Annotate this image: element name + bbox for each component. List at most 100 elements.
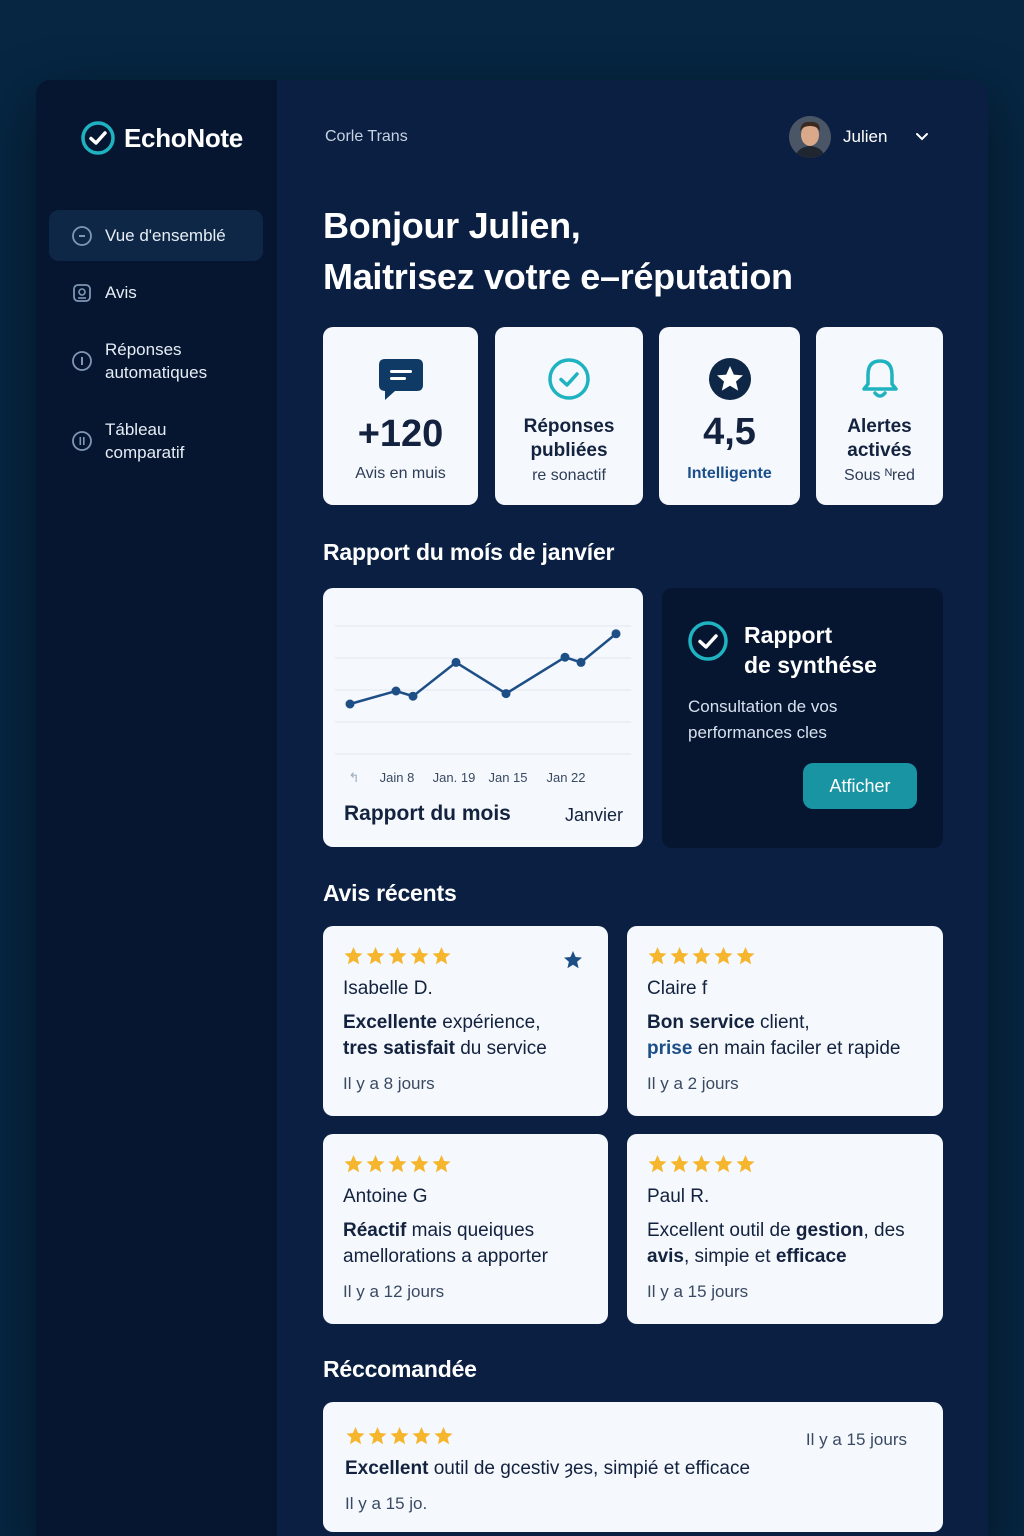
sidebar-item-label: Vue d'ensemblé — [105, 226, 226, 245]
star-icon — [410, 947, 429, 965]
review-card[interactable]: Antoine G Réactif mais queiques amellora… — [323, 1134, 608, 1324]
review-date-short: Il y a 15 jo. — [345, 1494, 428, 1513]
user-name: Julien — [843, 127, 888, 146]
data-point — [451, 657, 461, 667]
data-point — [501, 689, 511, 699]
sidebar-item-avis[interactable]: Avis — [49, 267, 263, 318]
avatar-image — [789, 116, 831, 158]
monthly-report-chart-card[interactable]: ↰ Jain 8 Jan. 19 Jan 15 Jan 22 Rapport du mo… — [323, 588, 643, 847]
stat-label: Avis en muis — [355, 465, 446, 482]
review-date: Il y a 12 jours — [343, 1282, 445, 1301]
star-icon — [692, 947, 711, 965]
star-rating — [343, 946, 452, 966]
star-icon — [432, 1155, 451, 1173]
review-date: Il y a 2 jours — [647, 1074, 739, 1093]
reviewer-name: Paul R. — [647, 1186, 710, 1207]
line-chart: ↰ Jain 8 Jan. 19 Jan 15 Jan 22 — [335, 625, 631, 785]
review-text: Réactif mais queiques amellorations a ap… — [343, 1220, 548, 1267]
stat-card-alerts[interactable]: Alertes activés Sous ᴺred — [816, 327, 943, 505]
stat-label: Intelligente — [687, 465, 772, 482]
sidebar-item-auto-replies[interactable]: Réponses automatiques — [49, 324, 263, 398]
stat-label: Sous ᴺred — [844, 467, 915, 484]
reviewer-name: Isabelle D. — [343, 978, 433, 999]
stat-card-rating[interactable]: 4,5 Intelligente — [659, 327, 800, 505]
data-point — [408, 691, 418, 701]
data-point — [391, 686, 401, 696]
stat-title: Alertes activés — [847, 416, 912, 461]
stat-value: +120 — [357, 413, 444, 455]
logo-check-icon — [81, 121, 115, 155]
stat-title: Réponses publiées — [523, 416, 615, 461]
star-rating — [345, 1426, 454, 1446]
x-tick-label: Jain 8 — [380, 770, 415, 785]
reviewer-name: Claire f — [647, 978, 708, 999]
stat-label: re sonactif — [532, 467, 606, 484]
review-card[interactable]: Isabelle D. Excellente expérience, tres … — [323, 926, 608, 1116]
star-icon — [388, 947, 407, 965]
star-circle-icon — [708, 358, 751, 400]
review-text: Excellent outil de gcestiv ȝes, simpié e… — [345, 1458, 751, 1479]
star-icon — [736, 1155, 755, 1173]
data-point — [611, 629, 621, 639]
x-tick-label: Jan 15 — [488, 770, 527, 785]
reviewer-name: Antoine G — [343, 1186, 428, 1207]
sidebar-item-overview[interactable]: Vue d'ensemblé — [49, 210, 263, 261]
synthesis-report-card: Rapport de synthése Consultation de vos … — [662, 588, 943, 848]
series-line — [349, 632, 617, 706]
star-rating — [343, 1154, 452, 1174]
avatar — [789, 116, 831, 158]
data-point — [345, 699, 355, 709]
star-icon — [366, 947, 385, 965]
star-icon — [736, 947, 755, 965]
star-bookmark-icon[interactable] — [563, 950, 583, 970]
bell-icon — [861, 359, 898, 398]
page-title: Bonjour Julien, Maitrisez votre e–réputa… — [323, 200, 793, 302]
star-icon — [366, 1155, 385, 1173]
check-circle-icon — [688, 621, 728, 661]
synthesis-title: Rapport de synthése — [744, 622, 877, 678]
star-icon — [714, 947, 733, 965]
review-card[interactable]: Paul R. Excellent outil de gestion, des … — [627, 1134, 943, 1324]
sidebar-item-comparison[interactable]: Tábleau comparatif — [49, 404, 263, 478]
star-rating — [647, 1154, 756, 1174]
data-point — [576, 657, 586, 667]
sidebar-item-label: Tábleau comparatif — [105, 420, 185, 462]
compare-icon — [72, 431, 92, 451]
stat-card-reviews[interactable]: +120 Avis en muis — [323, 327, 478, 505]
review-card[interactable]: Claire f Bon service client, prise en ma… — [627, 926, 943, 1116]
show-report-button[interactable]: Atficher — [803, 763, 917, 809]
topbar-title: Corle Trans — [325, 128, 408, 145]
star-icon — [388, 1155, 407, 1173]
review-text: Bon service client, prise en main facile… — [647, 1012, 901, 1059]
star-icon — [432, 947, 451, 965]
brand[interactable]: EchoNote — [80, 120, 243, 156]
overview-icon — [72, 226, 92, 246]
star-icon — [670, 1155, 689, 1173]
review-date: Il y a 8 jours — [343, 1074, 435, 1093]
star-icon — [648, 947, 667, 965]
recent-reviews-title: Avis récents — [323, 880, 457, 906]
synthesis-description: Consultation de vos performances cles — [688, 697, 838, 742]
user-menu[interactable]: Julien — [789, 116, 929, 158]
stat-card-responses[interactable]: Réponses publiées re sonactif — [495, 327, 643, 505]
stat-value: 4,5 — [703, 411, 756, 453]
greeting-line-2: Maitrisez votre e–réputation — [323, 256, 793, 297]
star-icon — [670, 947, 689, 965]
sidebar-item-label: Avis — [105, 283, 137, 302]
x-tick-label: Jan 22 — [546, 770, 585, 785]
star-icon — [390, 1427, 409, 1445]
sidebar-nav: Vue d'ensemblé Avis Réponses automatique… — [49, 210, 263, 484]
x-tick-label: Jan. 19 — [433, 770, 476, 785]
star-icon — [648, 1155, 667, 1173]
review-date: Il y a 15 jours — [647, 1282, 749, 1301]
recommended-review-card[interactable]: Il y a 15 jours Excellent outil de gcest… — [323, 1402, 943, 1532]
chart-footer-month: Janvier — [564, 805, 623, 825]
star-icon — [368, 1427, 387, 1445]
star-icon — [692, 1155, 711, 1173]
star-icon — [344, 947, 363, 965]
chat-icon — [378, 359, 423, 400]
star-icon — [434, 1427, 453, 1445]
star-icon — [714, 1155, 733, 1173]
auto-reply-icon — [72, 351, 92, 371]
x-tick-label: ↰ — [349, 770, 360, 785]
